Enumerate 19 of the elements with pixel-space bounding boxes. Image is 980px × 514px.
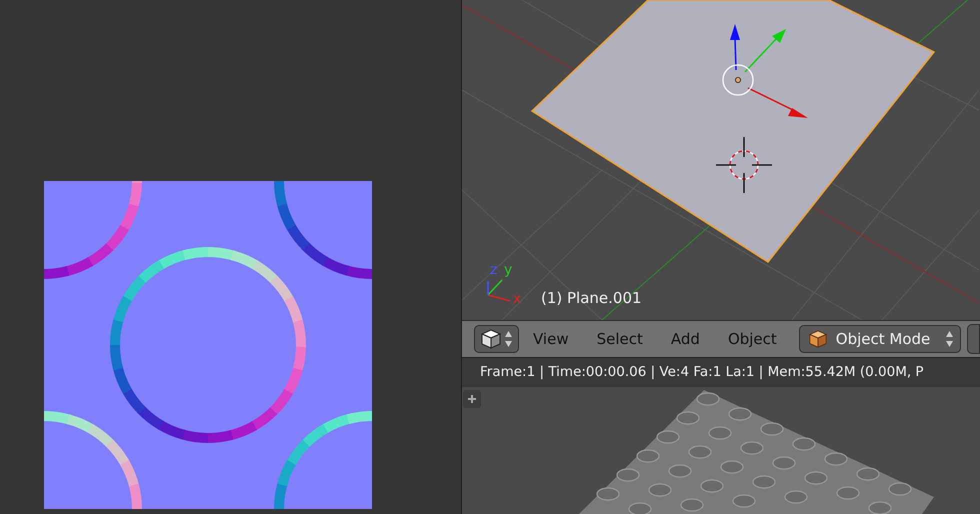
status-bar: Frame:1 | Time:00:00.06 | Ve:4 Fa:1 La:1 | Mem:55.42M (0.00M, P xyxy=(462,357,980,387)
menu-item[interactable]: Object xyxy=(714,330,791,348)
object-name-label: (1) Plane.001 xyxy=(541,289,642,307)
menu-item[interactable]: Select xyxy=(582,330,657,348)
mode-dropdown[interactable]: Object Mode xyxy=(798,325,961,353)
plus-icon[interactable] xyxy=(463,390,481,408)
menu-item[interactable]: Add xyxy=(656,330,714,348)
axis-label: x xyxy=(513,291,522,307)
axis-label: z xyxy=(490,262,498,278)
up-down-arrows-icon xyxy=(944,330,954,348)
editor-type-button[interactable] xyxy=(474,325,519,353)
axis-indicator-icon xyxy=(487,279,510,302)
up-down-arrows-icon xyxy=(504,330,513,348)
axis-label: y xyxy=(504,262,512,278)
header-button[interactable] xyxy=(966,324,980,354)
cube-icon xyxy=(808,329,828,349)
cube-icon xyxy=(480,328,502,350)
menu-item[interactable]: View xyxy=(519,330,583,348)
3d-cursor-icon xyxy=(715,136,773,194)
